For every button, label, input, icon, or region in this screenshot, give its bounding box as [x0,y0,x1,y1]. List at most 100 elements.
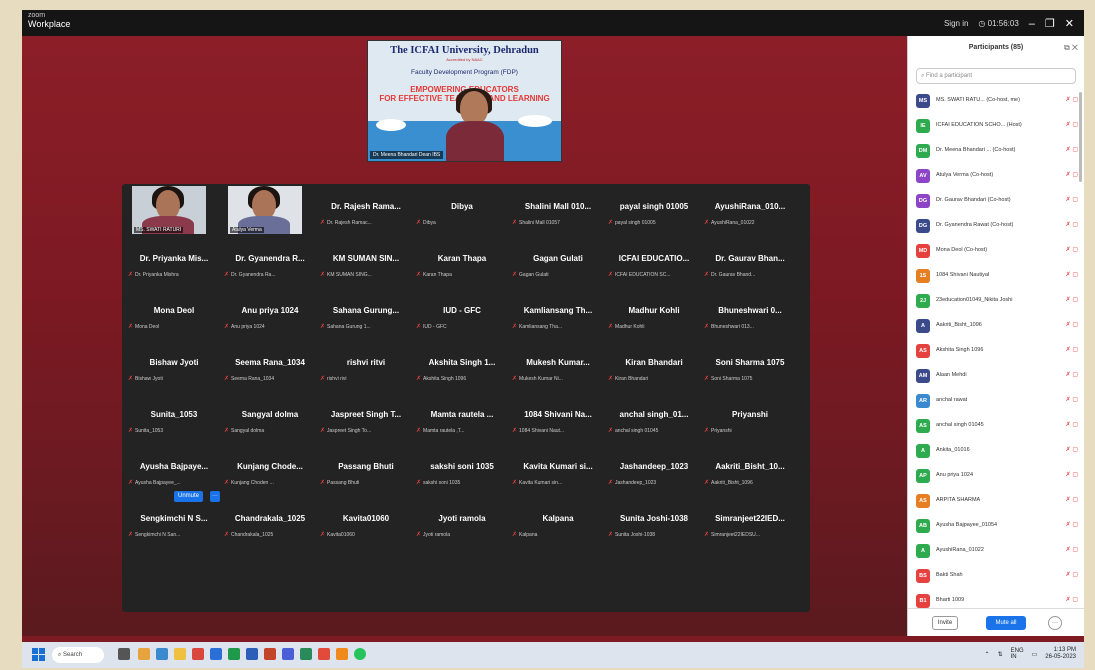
participant-tile[interactable]: Seema Rana_1034 ✗ Seema Rana_1034 [222,342,318,392]
participant-tile[interactable]: 1084 Shivani Na... ✗ 1084 Shivani Naut... [510,394,606,444]
participant-tile[interactable]: Sengkimchi N S... ✗ Sengkimchi N San... [126,498,222,548]
participant-row[interactable]: BS Bakti Shah ✗ ▢ [916,567,1078,587]
video-tile[interactable]: Atulya Verma [218,184,314,234]
participant-tile[interactable]: Jaspreet Singh T... ✗ Jaspreet Singh To... [318,394,414,444]
minimize-button[interactable]: – [1029,18,1035,30]
participant-row[interactable]: DG Dr. Gaurav Bhandari (Co-host) ✗ ▢ [916,192,1078,212]
teams-icon[interactable] [282,648,294,660]
invite-button[interactable]: Invite [932,616,958,630]
display-icon[interactable]: ▭ [1032,651,1038,658]
participant-tile[interactable]: Dr. Gaurav Bhan... ✗ Dr. Gaurav Bhand... [702,238,798,288]
participant-tile[interactable]: Sunita_1053 ✗ Sunita_1053 [126,394,222,444]
participant-tile[interactable]: Gagan Gulati ✗ Gagan Gulati [510,238,606,288]
participant-tile[interactable]: Jashandeep_1023 ✗ Jashandeep_1023 [606,446,702,496]
participant-tile[interactable]: Akshita Singh 1... ✗ Akshita Singh 1096 [414,342,510,392]
participant-tile[interactable]: Kamliansang Th... ✗ Kamliansang Tha... [510,290,606,340]
participant-tile[interactable]: Mona Deol ✗ Mona Deol [126,290,222,340]
participant-tile[interactable]: Dr. Gyanendra R... ✗ Dr. Gyanendra Ra... [222,238,318,288]
participant-row[interactable]: 2J 23education01049_Nikita Joshi ✗ ▢ [916,292,1078,312]
participant-tile[interactable]: Chandrakala_1025 ✗ Chandrakala_1025 [222,498,318,548]
participant-tile[interactable]: Ayusha Bajpaye... ✗ Ayusha Bajpayee_... [126,446,222,496]
participant-tile[interactable]: IUD - GFC ✗ IUD - GFC [414,290,510,340]
participant-tile[interactable]: Sunita Joshi-1038 ✗ Sunita Joshi-1038 [606,498,702,548]
taskbar-app-icon[interactable] [192,648,204,660]
system-clock[interactable]: 1:13 PM 26-05-2023 [1045,647,1076,661]
participant-tile[interactable]: Bishaw Jyoti ✗ Bishaw Jyoti [126,342,222,392]
participant-tile[interactable]: Kunjang Chode... ✗ Kunjang Choden ... [222,446,318,496]
restore-button[interactable]: ❐ [1045,17,1055,30]
participant-row[interactable]: AP Anu priya 1024 ✗ ▢ [916,467,1078,487]
edge-browser-icon[interactable] [156,648,168,660]
participant-tile[interactable]: Jyoti ramola ✗ Jyoti ramola [414,498,510,548]
participant-row[interactable]: IE ICFAI EDUCATION SCHO... (Host) ✗ ▢ [916,117,1078,137]
participant-row[interactable]: AR anchal rawat ✗ ▢ [916,392,1078,412]
participant-tile[interactable]: Mukesh Kumar... ✗ Mukesh Kumar Ni... [510,342,606,392]
participant-tile[interactable]: anchal singh_01... ✗ anchal singh 01045 [606,394,702,444]
participant-tile[interactable]: Bhuneshwari 0... ✗ Bhuneshwari 013... [702,290,798,340]
participant-row[interactable]: A AyushiRana_01022 ✗ ▢ [916,542,1078,562]
powerpoint-icon[interactable] [264,648,276,660]
file-explorer-icon[interactable] [174,648,186,660]
participant-row[interactable]: AS ARPITA SHARMA ✗ ▢ [916,492,1078,512]
participant-tile[interactable]: payal singh 01005 ✗ payal singh 01005 [606,186,702,236]
excel-icon[interactable] [228,648,240,660]
participant-tile[interactable]: Simranjeet22IED... ✗ Simranjeet22IEDSU... [702,498,798,548]
participant-tile[interactable]: Dibya ✗ Dibya [414,186,510,236]
taskbar-app-icon[interactable] [300,648,312,660]
word-icon[interactable] [246,648,258,660]
network-icon[interactable]: ⇅ [998,651,1003,658]
participant-tile[interactable]: Madhur Kohli ✗ Madhur Kohli [606,290,702,340]
participant-tile[interactable]: rishvi ritvi ✗ rishvi rivi [318,342,414,392]
participant-row[interactable]: AS anchal singh 01045 ✗ ▢ [916,417,1078,437]
participant-tile[interactable]: KM SUMAN SIN... ✗ KM SUMAN SING... [318,238,414,288]
participant-tile[interactable]: Passang Bhuti ✗ Passang Bhuti [318,446,414,496]
participant-tile[interactable]: AyushiRana_010... ✗ AyushiRana_01022 [702,186,798,236]
participant-tile[interactable]: Aakriti_Bisht_10... ✗ Aakriti_Bisht_1096 [702,446,798,496]
participant-tile[interactable]: Mamta rautela ... ✗ Mamta rautela ,T... [414,394,510,444]
tile-more-button[interactable]: ··· [210,491,220,502]
participant-row[interactable]: DG Dr. Gyanendra Rawat (Co-host) ✗ ▢ [916,217,1078,237]
taskbar-search[interactable]: ⌕ Search [52,647,104,663]
active-speaker-video[interactable]: The ICFAI University, Dehradun Accredite… [367,40,562,162]
participant-tile[interactable]: Sangyal dolma ✗ Sangyal dolma [222,394,318,444]
windows-start-icon[interactable] [32,648,45,661]
unmute-button[interactable]: Unmute [174,491,204,502]
participant-row[interactable]: A Ankita_01016 ✗ ▢ [916,442,1078,462]
participant-tile[interactable]: sakshi soni 1035 ✗ sakshi soni 1035 [414,446,510,496]
participant-tile[interactable]: Dr. Rajesh Rama... ✗ Dr. Rajesh Ramac... [318,186,414,236]
participant-row[interactable]: AM Alaan Mehdi ✗ ▢ [916,367,1078,387]
tray-overflow-icon[interactable]: ⌃ [985,651,990,658]
taskbar-app-icon[interactable] [210,648,222,660]
participant-tile[interactable]: Kavita01060 ✗ Kavita01060 [318,498,414,548]
participant-tile[interactable]: Shalini Mall 010... ✗ Shalini Mall 01057 [510,186,606,236]
participant-row[interactable]: AS Akshita Singh 1096 ✗ ▢ [916,342,1078,362]
participant-tile[interactable]: Dr. Priyanka Mis... ✗ Dr. Priyanka Mishra [126,238,222,288]
panel-more-button[interactable]: ··· [1048,616,1062,630]
language-indicator[interactable]: ENG IN [1011,648,1024,660]
participant-row[interactable]: AB Ayusha Bajpayee_01054 ✗ ▢ [916,517,1078,537]
participant-tile[interactable]: Karan Thapa ✗ Karan Thapa [414,238,510,288]
participant-row[interactable]: AV Atulya Verma (Co-host) ✗ ▢ [916,167,1078,187]
panel-popout-close-icons[interactable]: ⧉ ✕ [1064,43,1078,53]
mute-all-button[interactable]: Mute all [986,616,1026,630]
participant-row[interactable]: DM Dr. Meena Bhandari ... (Co-host) ✗ ▢ [916,142,1078,162]
video-tile[interactable]: MS. SWATI RATURI [122,184,218,234]
close-button[interactable]: ✕ [1065,17,1074,30]
panel-scrollbar[interactable] [1079,92,1082,182]
whatsapp-icon[interactable] [354,648,366,660]
participant-tile[interactable]: Kalpana ✗ Kalpana [510,498,606,548]
sign-in-link[interactable]: Sign in [944,19,968,28]
participant-search-input[interactable]: ⌕ Find a participant [916,68,1076,84]
participant-row[interactable]: MD Mona Deol (Co-host) ✗ ▢ [916,242,1078,262]
participant-tile[interactable]: Anu priya 1024 ✗ Anu priya 1024 [222,290,318,340]
participant-tile[interactable]: Sahana Gurung... ✗ Sahana Gurung 1... [318,290,414,340]
participant-row[interactable]: 1S 1084 Shivani Nautiyal ✗ ▢ [916,267,1078,287]
participant-tile[interactable]: Kavita Kumari si... ✗ Kavita Kumari sin... [510,446,606,496]
participant-row[interactable]: A Aakriti_Bisht_1096 ✗ ▢ [916,317,1078,337]
participant-row[interactable]: MS MS. SWATI RATU... (Co-host, me) ✗ ▢ [916,92,1078,112]
participant-tile[interactable]: ICFAI EDUCATIO... ✗ ICFAI EDUCATION SC... [606,238,702,288]
chrome-icon[interactable] [318,648,330,660]
task-view-icon[interactable] [118,648,130,660]
participant-tile[interactable]: Soni Sharma 1075 ✗ Soni Sharma 1075 [702,342,798,392]
participant-tile[interactable]: Priyanshi ✗ Priyanshi [702,394,798,444]
